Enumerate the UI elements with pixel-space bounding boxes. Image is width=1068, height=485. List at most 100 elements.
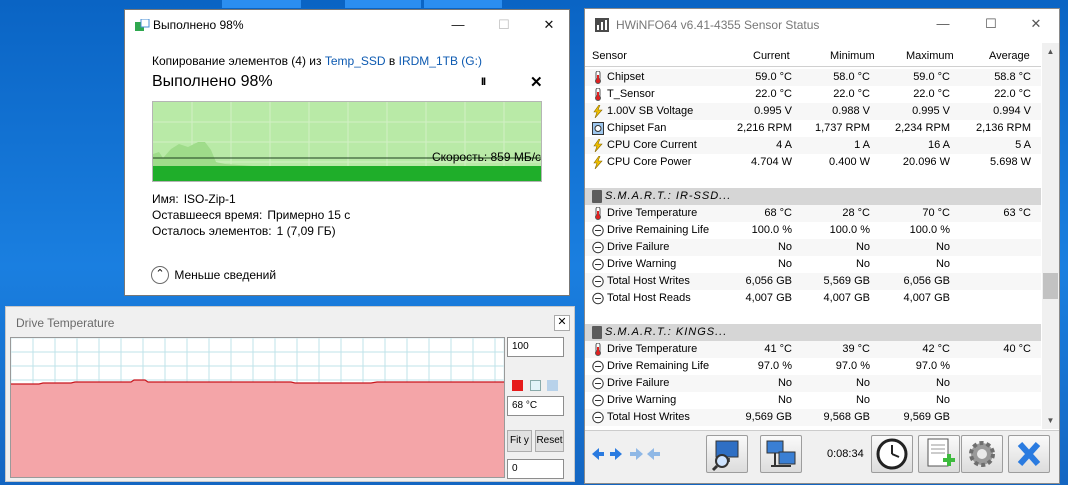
sensor-max-value: 4,007 GB: [903, 292, 950, 304]
sensor-row[interactable]: T_Sensor 22.0 °C 22.0 °C 22.0 °C 22.0 °C: [585, 86, 1041, 103]
sensor-min-value: 1,737 RPM: [814, 122, 870, 134]
sensor-row[interactable]: Drive Warning No No No: [585, 392, 1041, 409]
sensor-avg-value: 40 °C: [1003, 343, 1031, 355]
clock-icon[interactable]: [871, 435, 913, 473]
group-name: S.M.A.R.T.: KINGS...: [605, 326, 728, 338]
graph-close-button[interactable]: ✕: [554, 315, 570, 331]
sensor-group-row[interactable]: S.M.A.R.T.: IR-SSD...: [585, 188, 1041, 205]
sensor-max-value: 6,056 GB: [903, 275, 950, 287]
sensor-name: Drive Warning: [607, 394, 677, 406]
column-maximum[interactable]: Maximum: [906, 50, 954, 62]
sensor-row[interactable]: Total Host Reads 4,007 GB 4,007 GB 4,007 GB: [585, 290, 1041, 307]
min-value-box: 0: [507, 459, 564, 479]
desktop-tab: [424, 0, 502, 8]
network-icon[interactable]: [760, 435, 802, 473]
thermometer-icon: [595, 88, 601, 101]
sensor-row[interactable]: Drive Failure No No No: [585, 239, 1041, 256]
lightning-icon: [593, 105, 603, 118]
maximize-button[interactable]: ☐: [481, 10, 527, 40]
column-average[interactable]: Average: [989, 50, 1030, 62]
report-add-icon[interactable]: [918, 435, 960, 473]
lightning-icon: [593, 156, 603, 169]
scroll-down-icon[interactable]: ▼: [1042, 412, 1059, 429]
fit-y-button[interactable]: Fit y: [507, 430, 532, 452]
scroll-up-icon[interactable]: ▲: [1042, 43, 1059, 60]
current-value-box: 68 °C: [507, 396, 564, 416]
gauge-icon: [592, 394, 604, 407]
arrows-expand-icon[interactable]: [589, 435, 625, 473]
drive-temperature-graph-window: Drive Temperature ✕ 100 68 °C Fit y Rese…: [5, 306, 575, 482]
settings-gear-icon[interactable]: [961, 435, 1003, 473]
lightning-icon: [593, 139, 603, 152]
close-button[interactable]: ✕: [526, 10, 572, 40]
sensor-table: Sensor Current Minimum Maximum Average C…: [585, 43, 1041, 429]
cancel-button[interactable]: ✕: [530, 73, 543, 91]
pause-button[interactable]: II: [481, 76, 486, 88]
sensor-row[interactable]: Drive Temperature 68 °C 28 °C 70 °C 63 °C: [585, 205, 1041, 222]
sensor-row[interactable]: CPU Core Current 4 A 1 A 16 A 5 A: [585, 137, 1041, 154]
close-button[interactable]: ✕: [1013, 9, 1059, 39]
sensor-current-value: 59.0 °C: [755, 71, 792, 83]
sensor-name: Drive Warning: [607, 258, 677, 270]
sensor-row[interactable]: Total Host Writes 6,056 GB 5,569 GB 6,056 G…: [585, 273, 1041, 290]
sensor-name: T_Sensor: [607, 88, 655, 100]
sensor-max-value: No: [935, 377, 950, 389]
scroll-thumb[interactable]: [1043, 273, 1058, 299]
source-link[interactable]: Temp_SSD: [325, 54, 386, 68]
minimize-button[interactable]: —: [435, 10, 481, 40]
column-minimum[interactable]: Minimum: [830, 50, 875, 62]
arrows-collapse-icon[interactable]: [627, 435, 663, 473]
sensor-current-value: No: [777, 377, 792, 389]
sensor-row[interactable]: CPU Core Power 4.704 W 0.400 W 20.096 W 5.69…: [585, 154, 1041, 171]
sensor-current-value: 4 A: [776, 139, 792, 151]
legend-light-swatch[interactable]: [530, 380, 541, 391]
sensor-current-value: 0.995 V: [754, 105, 792, 117]
minimize-button[interactable]: —: [920, 9, 966, 39]
gauge-icon: [592, 360, 604, 373]
sensor-min-value: 1 A: [854, 139, 870, 151]
sensor-min-value: No: [855, 394, 870, 406]
sensor-row[interactable]: Drive Temperature 41 °C 39 °C 42 °C 40 °C: [585, 341, 1041, 358]
sensor-avg-value: 2,136 RPM: [975, 122, 1031, 134]
sensor-min-value: No: [855, 377, 870, 389]
sensor-row[interactable]: 1.00V SB Voltage 0.995 V 0.988 V 0.995 V 0.9…: [585, 103, 1041, 120]
sensor-row[interactable]: Chipset 59.0 °C 58.0 °C 59.0 °C 58.8 °C: [585, 69, 1041, 86]
sensor-row[interactable]: Drive Remaining Life 97.0 % 97.0 % 97.0 %: [585, 358, 1041, 375]
sensor-group-row[interactable]: S.M.A.R.T.: KINGS...: [585, 324, 1041, 341]
max-value-box: 100: [507, 337, 564, 357]
sensor-avg-value: 5 A: [1015, 139, 1031, 151]
sensor-max-value: No: [935, 258, 950, 270]
gauge-icon: [592, 258, 604, 271]
sensor-min-value: 9,568 GB: [823, 411, 870, 423]
copy-progress-window: Выполнено 98% — ☐ ✕ Копирование элементо…: [124, 9, 570, 296]
vertical-scrollbar[interactable]: ▲ ▼: [1042, 43, 1059, 429]
sensor-row[interactable]: Drive Remaining Life 100.0 % 100.0 % 100.0 …: [585, 222, 1041, 239]
temperature-plot-svg: [11, 338, 504, 477]
close-x-icon[interactable]: [1008, 435, 1050, 473]
reset-button[interactable]: Reset: [535, 430, 564, 452]
less-details-button[interactable]: ⌃ Меньше сведений: [151, 266, 276, 288]
name-label: Имя:: [152, 192, 179, 206]
sensor-current-value: No: [777, 241, 792, 253]
legend-red-swatch[interactable]: [512, 380, 523, 391]
sensor-row[interactable]: Total Host Writes 9,569 GB 9,568 GB 9,569 G…: [585, 409, 1041, 426]
desktop-tab: [222, 0, 301, 8]
monitor-search-icon[interactable]: [706, 435, 748, 473]
legend-blue-swatch[interactable]: [547, 380, 558, 391]
maximize-button[interactable]: ☐: [968, 9, 1014, 39]
column-current[interactable]: Current: [753, 50, 790, 62]
window-title: HWiNFO64 v6.41-4355 Sensor Status: [616, 18, 820, 32]
column-sensor[interactable]: Sensor: [592, 50, 627, 62]
sensor-row[interactable]: Chipset Fan 2,216 RPM 1,737 RPM 2,234 RPM 2,…: [585, 120, 1041, 137]
destination-link[interactable]: IRDM_1TB (G:): [399, 54, 482, 68]
hwinfo-logo-icon: [595, 18, 609, 32]
sensor-current-value: 41 °C: [764, 343, 792, 355]
sensor-max-value: 2,234 RPM: [894, 122, 950, 134]
sensor-row[interactable]: Drive Failure No No No: [585, 375, 1041, 392]
sensor-row[interactable]: Drive Warning No No No: [585, 256, 1041, 273]
temperature-plot: [10, 337, 505, 478]
sensor-current-value: No: [777, 394, 792, 406]
sensor-max-value: 59.0 °C: [913, 71, 950, 83]
sensor-max-value: 22.0 °C: [913, 88, 950, 100]
sensor-min-value: 28 °C: [842, 207, 870, 219]
